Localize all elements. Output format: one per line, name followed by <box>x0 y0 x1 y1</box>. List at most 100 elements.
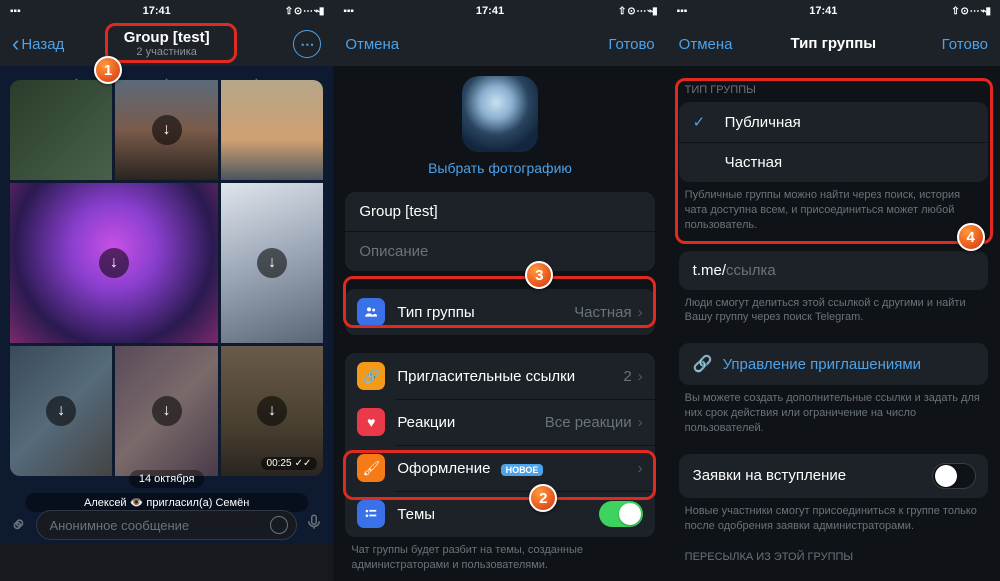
option-private[interactable]: Частная <box>679 143 988 182</box>
avatar-block: Выбрать фотографию <box>333 66 666 184</box>
status-bar: ▪▪▪ 17:41 ⇧ ⊙ ⋯ ⌁▮ <box>667 0 1000 22</box>
chat-subtitle: 2 участника <box>67 46 267 58</box>
cancel-label: Отмена <box>345 36 399 53</box>
status-icons: ⇧ ⊙ ⋯ ⌁▮ <box>920 6 990 17</box>
link-prefix: t.me/ <box>693 262 726 279</box>
status-signal: ▪▪▪ <box>10 6 60 17</box>
heart-icon: ♥ <box>357 408 385 436</box>
option-label: Публичная <box>725 114 801 131</box>
cancel-button[interactable]: Отмена <box>345 36 405 53</box>
message-input-bar: ⚭ Анонимное сообщение <box>10 508 323 542</box>
chat-title: Group [test] <box>67 30 267 47</box>
chat-background[interactable]: ↓ ↓ ↓ ↓ ↓ ↓ 00:25 ✓✓ 14 октяб <box>0 66 333 544</box>
media-tile[interactable]: ↓ <box>221 183 323 343</box>
row-appearance[interactable]: 🖌 Оформление НОВОЕ › <box>345 445 654 491</box>
video-duration-badge: 00:25 ✓✓ <box>261 457 318 470</box>
status-time: 17:41 <box>60 5 253 17</box>
video-duration: 00:25 <box>267 458 292 469</box>
media-tile[interactable]: ↓ 00:25 ✓✓ <box>221 346 323 476</box>
media-tile[interactable] <box>10 80 112 180</box>
row-label: Пригласительные ссылки <box>397 368 623 385</box>
row-invite-links[interactable]: 🔗 Пригласительные ссылки 2 › <box>345 353 654 399</box>
status-bar: ▪▪▪ 17:41 ⇧ ⊙ ⋯ ⌁▮ <box>333 0 666 22</box>
manage-invites-button[interactable]: 🔗 Управление приглашениями <box>679 343 988 385</box>
row-label: Реакции <box>397 414 544 431</box>
approve-group: Заявки на вступление <box>679 454 988 498</box>
done-button[interactable]: Готово <box>928 36 988 53</box>
chat-title-block[interactable]: Group [test] 2 участника <box>67 30 267 59</box>
message-input[interactable]: Анонимное сообщение <box>36 510 297 540</box>
phone-type-screen: ▪▪▪ 17:41 ⇧ ⊙ ⋯ ⌁▮ Отмена Тип группы Гот… <box>667 0 1000 581</box>
settings-group-1: Тип группы Частная › <box>345 289 654 335</box>
chevron-right-icon: › <box>638 368 643 385</box>
back-button[interactable]: ‹ Назад <box>12 31 72 57</box>
ellipsis-icon: ⋯ <box>300 36 314 53</box>
annotation-4: 4 <box>957 223 985 251</box>
mic-icon[interactable] <box>305 513 323 537</box>
section-header-type: ТИП ГРУППЫ <box>667 84 1000 102</box>
media-tile[interactable] <box>221 80 323 180</box>
choose-photo-link[interactable]: Выбрать фотографию <box>333 160 666 176</box>
download-icon[interactable]: ↓ <box>257 396 287 426</box>
cancel-button[interactable]: Отмена <box>679 36 739 53</box>
check-icon: ✓ <box>693 113 713 131</box>
row-approve-requests[interactable]: Заявки на вступление <box>679 454 988 498</box>
download-icon[interactable]: ↓ <box>152 396 182 426</box>
people-icon <box>357 298 385 326</box>
chevron-right-icon: › <box>638 460 643 477</box>
topics-toggle[interactable] <box>599 501 643 527</box>
row-label: Тип группы <box>397 304 574 321</box>
media-tile[interactable]: ↓ <box>10 346 112 476</box>
row-value: Все реакции <box>545 414 632 431</box>
topics-footer: Чат группы будет разбит на темы, созданн… <box>333 537 666 573</box>
group-name-input[interactable]: Group [test] <box>345 192 654 232</box>
page-title: Тип группы <box>733 36 933 53</box>
done-label: Готово <box>608 36 654 53</box>
row-reactions[interactable]: ♥ Реакции Все реакции › <box>345 399 654 445</box>
public-link-input[interactable]: t.me/ссылка <box>679 251 988 290</box>
chevron-left-icon: ‹ <box>12 31 19 57</box>
annotation-1: 1 <box>94 56 122 84</box>
status-icons: ⇧ ⊙ ⋯ ⌁▮ <box>587 6 657 17</box>
cancel-label: Отмена <box>679 36 733 53</box>
link-footer-note: Люди смогут делиться этой ссылкой с друг… <box>667 290 1000 326</box>
type-footer-note: Публичные группы можно найти через поиск… <box>667 182 1000 233</box>
group-avatar[interactable] <box>462 76 538 152</box>
media-album: ↓ ↓ ↓ ↓ ↓ ↓ 00:25 ✓✓ <box>10 80 323 476</box>
name-desc-group: Group [test] Описание <box>345 192 654 271</box>
topics-icon <box>357 500 385 528</box>
download-icon[interactable]: ↓ <box>99 248 129 278</box>
sticker-icon[interactable] <box>270 516 288 534</box>
row-value: 2 <box>623 368 631 385</box>
row-value: Частная <box>574 304 631 321</box>
row-topics[interactable]: Темы <box>345 491 654 537</box>
link-icon: 🔗 <box>693 354 713 374</box>
phone-edit-screen: ▪▪▪ 17:41 ⇧ ⊙ ⋯ ⌁▮ Отмена Готово Выбрать… <box>333 0 666 581</box>
edit-content[interactable]: Выбрать фотографию Group [test] Описание… <box>333 66 666 581</box>
option-label: Частная <box>725 154 782 171</box>
row-group-type[interactable]: Тип группы Частная › <box>345 289 654 335</box>
type-nav-bar: Отмена Тип группы Готово <box>667 22 1000 66</box>
edit-nav-bar: Отмена Готово <box>333 22 666 66</box>
row-label: Темы <box>397 506 598 523</box>
back-label: Назад <box>21 36 64 53</box>
option-public[interactable]: ✓ Публичная <box>679 102 988 143</box>
manage-footer-note: Вы можете создать дополнительные ссылки … <box>667 385 1000 436</box>
approve-toggle[interactable] <box>932 463 976 489</box>
group-desc-input[interactable]: Описание <box>345 232 654 271</box>
media-tile[interactable]: ↓ <box>10 183 218 343</box>
read-check-icon: ✓✓ <box>295 458 312 469</box>
type-options-group: ✓ Публичная Частная <box>679 102 988 182</box>
approve-footer-note: Новые участники смогут присоединиться к … <box>667 498 1000 534</box>
more-button[interactable]: ⋯ <box>293 30 321 58</box>
chat-nav-bar: ‹ Назад Group [test] 2 участника ⋯ <box>0 22 333 66</box>
input-placeholder: Анонимное сообщение <box>49 518 189 533</box>
media-tile[interactable]: ↓ <box>115 80 217 180</box>
done-button[interactable]: Готово <box>595 36 655 53</box>
download-icon[interactable]: ↓ <box>46 396 76 426</box>
download-icon[interactable]: ↓ <box>152 115 182 145</box>
type-content[interactable]: ТИП ГРУППЫ ✓ Публичная Частная Публичные… <box>667 66 1000 581</box>
media-tile[interactable]: ↓ <box>115 346 217 476</box>
status-time: 17:41 <box>393 5 586 17</box>
download-icon[interactable]: ↓ <box>257 248 287 278</box>
